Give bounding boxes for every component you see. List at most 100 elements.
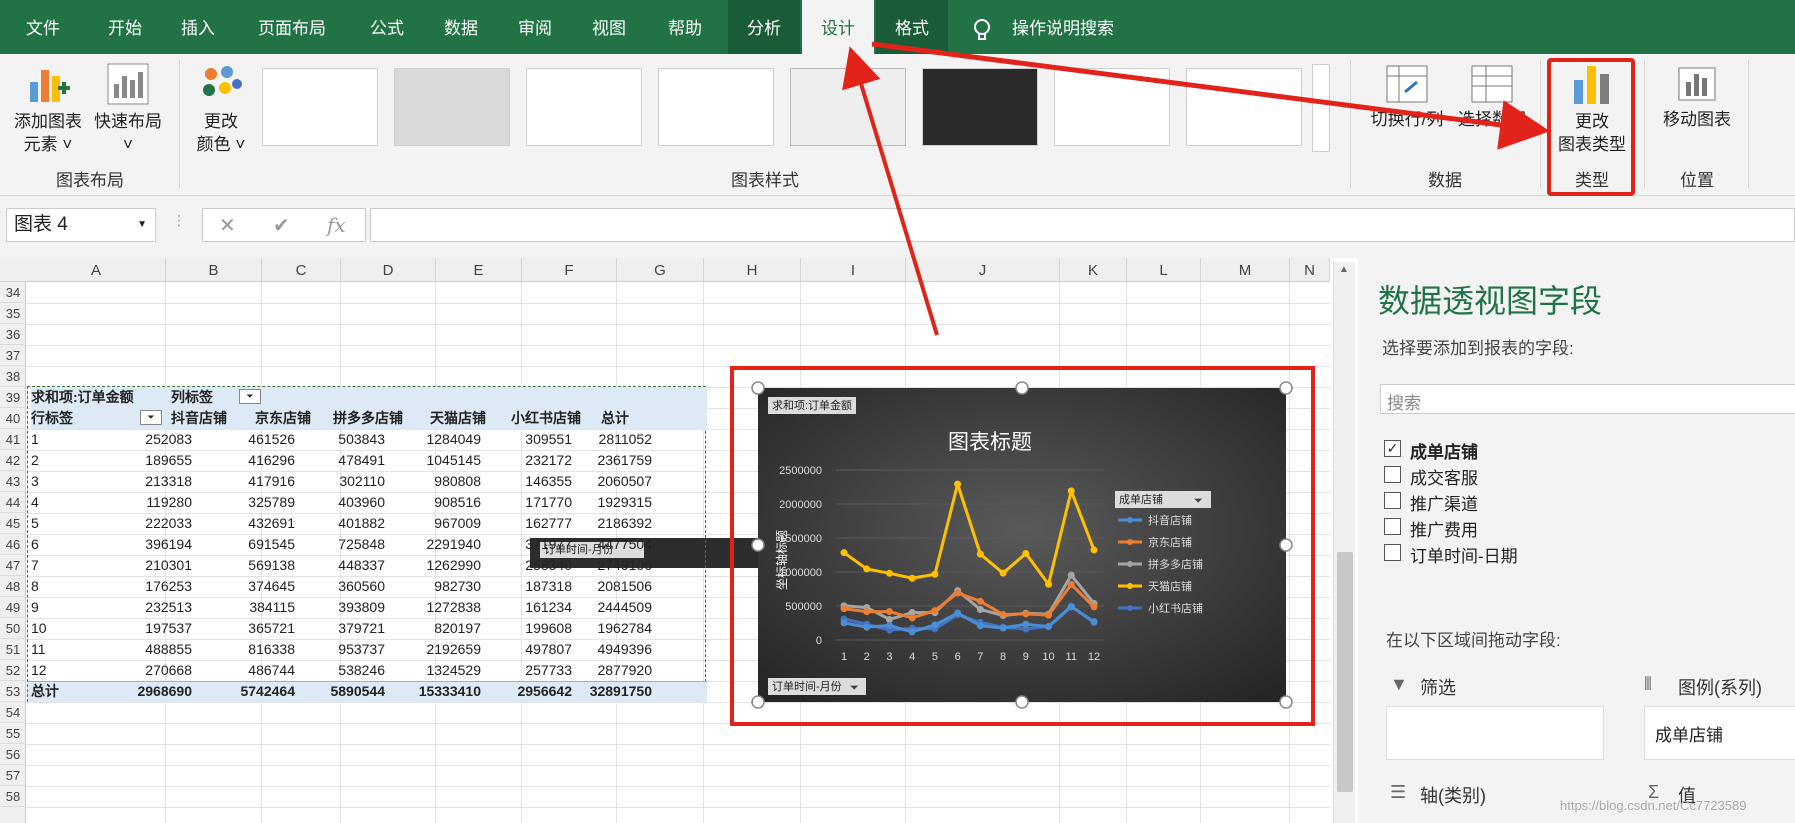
data-point[interactable]: [885, 569, 893, 577]
pivot-cell[interactable]: 365721: [215, 618, 295, 639]
pivot-cell[interactable]: 189655: [102, 450, 192, 471]
column-header-M[interactable]: M: [1201, 258, 1290, 282]
legend-entry[interactable]: 拼多多店铺: [1148, 557, 1203, 571]
pivot-total-cell[interactable]: 32891750: [578, 681, 652, 702]
switch-row-column-button[interactable]: 切换行/列: [1362, 64, 1452, 131]
pivot-cell[interactable]: 197537: [102, 618, 192, 639]
row-header-46[interactable]: 46: [0, 534, 26, 555]
legend-drop-area[interactable]: 成单店铺: [1644, 706, 1795, 760]
chart-style-7[interactable]: [1054, 68, 1170, 146]
pivot-cell[interactable]: 691545: [215, 534, 295, 555]
pivot-col-header[interactable]: 天猫店铺: [430, 408, 486, 429]
pivot-cell[interactable]: 1284049: [393, 429, 481, 450]
data-point[interactable]: [885, 615, 893, 623]
data-point[interactable]: [863, 608, 871, 616]
chart-style-2[interactable]: [394, 68, 510, 146]
pivot-cell[interactable]: 396194: [102, 534, 192, 555]
chevron-down-icon[interactable]: ▼: [137, 209, 147, 241]
pivot-cell[interactable]: 725848: [305, 534, 385, 555]
pivot-cell[interactable]: 2291940: [393, 534, 481, 555]
pivot-row-label-cell[interactable]: 9: [31, 597, 39, 618]
pivot-cell[interactable]: 4477504: [578, 534, 652, 555]
pivot-cell[interactable]: 980808: [393, 471, 481, 492]
row-header-53[interactable]: 53: [0, 681, 26, 702]
pivot-cell[interactable]: 393809: [305, 597, 385, 618]
filter-drop-area[interactable]: [1386, 706, 1604, 760]
pivot-cell[interactable]: 210301: [102, 555, 192, 576]
row-header-39[interactable]: 39: [0, 387, 26, 408]
pivot-cell[interactable]: 432691: [215, 513, 295, 534]
pivot-cell[interactable]: 1324529: [393, 660, 481, 681]
pivot-cell[interactable]: 2361759: [578, 450, 652, 471]
pivot-cell[interactable]: 953737: [305, 639, 385, 660]
data-point[interactable]: [1067, 571, 1075, 579]
pivot-cell[interactable]: 403960: [305, 492, 385, 513]
data-point[interactable]: [954, 609, 962, 617]
pivot-row-label-cell[interactable]: 11: [31, 639, 46, 660]
pivot-cell[interactable]: 213318: [102, 471, 192, 492]
pivot-col-header[interactable]: 京东店铺: [255, 408, 311, 429]
chart-style-5[interactable]: [790, 68, 906, 146]
field-checkbox[interactable]: [1384, 466, 1401, 483]
pivot-row-label-cell[interactable]: 3: [31, 471, 39, 492]
pivot-cell[interactable]: 2186392: [578, 513, 652, 534]
pivot-col-header[interactable]: 抖音店铺: [171, 408, 227, 429]
row-header-45[interactable]: 45: [0, 513, 26, 534]
field-item[interactable]: 成交客服: [1410, 464, 1478, 489]
pivot-cell[interactable]: 119280: [102, 492, 192, 513]
row-header-52[interactable]: 52: [0, 660, 26, 681]
data-point[interactable]: [908, 628, 916, 636]
row-header-50[interactable]: 50: [0, 618, 26, 639]
pivot-cell[interactable]: 1272838: [393, 597, 481, 618]
field-checkbox[interactable]: [1384, 518, 1401, 535]
tab-file[interactable]: 文件: [20, 0, 66, 54]
pivot-row-label-cell[interactable]: 6: [31, 534, 39, 555]
column-header-K[interactable]: K: [1060, 258, 1127, 282]
column-header-N[interactable]: N: [1290, 258, 1330, 282]
data-point[interactable]: [1090, 603, 1098, 611]
data-point[interactable]: [999, 611, 1007, 619]
data-point[interactable]: [931, 570, 939, 578]
data-point[interactable]: [976, 597, 984, 605]
pivot-cell[interactable]: 448337: [305, 555, 385, 576]
pivot-cell[interactable]: 302110: [305, 471, 385, 492]
data-point[interactable]: [1022, 620, 1030, 628]
pivot-cell[interactable]: 146355: [488, 471, 572, 492]
tab-home[interactable]: 开始: [100, 0, 150, 54]
tab-help[interactable]: 帮助: [660, 0, 710, 54]
column-header-I[interactable]: I: [801, 258, 906, 282]
pivot-cell[interactable]: 1045145: [393, 450, 481, 471]
scroll-thumb[interactable]: [1337, 552, 1353, 792]
enter-icon[interactable]: ✔: [273, 213, 290, 238]
pivot-row-label-cell[interactable]: 12: [31, 660, 47, 681]
pivot-cell[interactable]: 569138: [215, 555, 295, 576]
data-point[interactable]: [976, 550, 984, 558]
field-checkbox[interactable]: [1384, 492, 1401, 509]
pivot-table[interactable]: 求和项:订单金额 列标签 ⏷ 行标签 ⏷ 抖音店铺 京东店铺 拼多多店铺 天猫店铺 小红书店铺 总计…: [27, 386, 707, 702]
data-point[interactable]: [1022, 610, 1030, 618]
pivot-cell[interactable]: 461526: [215, 429, 295, 450]
column-header-L[interactable]: L: [1127, 258, 1201, 282]
pivot-cell[interactable]: 2060507: [578, 471, 652, 492]
column-header-E[interactable]: E: [436, 258, 522, 282]
pivot-cell[interactable]: 232513: [102, 597, 192, 618]
column-header-H[interactable]: H: [704, 258, 801, 282]
data-point[interactable]: [976, 606, 984, 614]
cancel-icon[interactable]: ✕: [219, 213, 236, 238]
filter-icon[interactable]: ⏷: [850, 682, 859, 694]
tab-formulas[interactable]: 公式: [362, 0, 412, 54]
row-header-47[interactable]: 47: [0, 555, 26, 576]
data-point[interactable]: [840, 549, 848, 557]
pivot-cell[interactable]: 417916: [215, 471, 295, 492]
field-item[interactable]: 推广渠道: [1410, 490, 1478, 515]
data-point[interactable]: [1090, 618, 1098, 626]
row-header-49[interactable]: 49: [0, 597, 26, 618]
select-data-button[interactable]: 选择数据: [1452, 64, 1532, 131]
pivot-cell[interactable]: 379721: [305, 618, 385, 639]
data-point[interactable]: [840, 605, 848, 613]
pivot-cell[interactable]: 384115: [215, 597, 295, 618]
column-header-G[interactable]: G: [617, 258, 704, 282]
column-header-F[interactable]: F: [522, 258, 617, 282]
pivot-cell[interactable]: 816338: [215, 639, 295, 660]
data-point[interactable]: [1067, 487, 1075, 495]
